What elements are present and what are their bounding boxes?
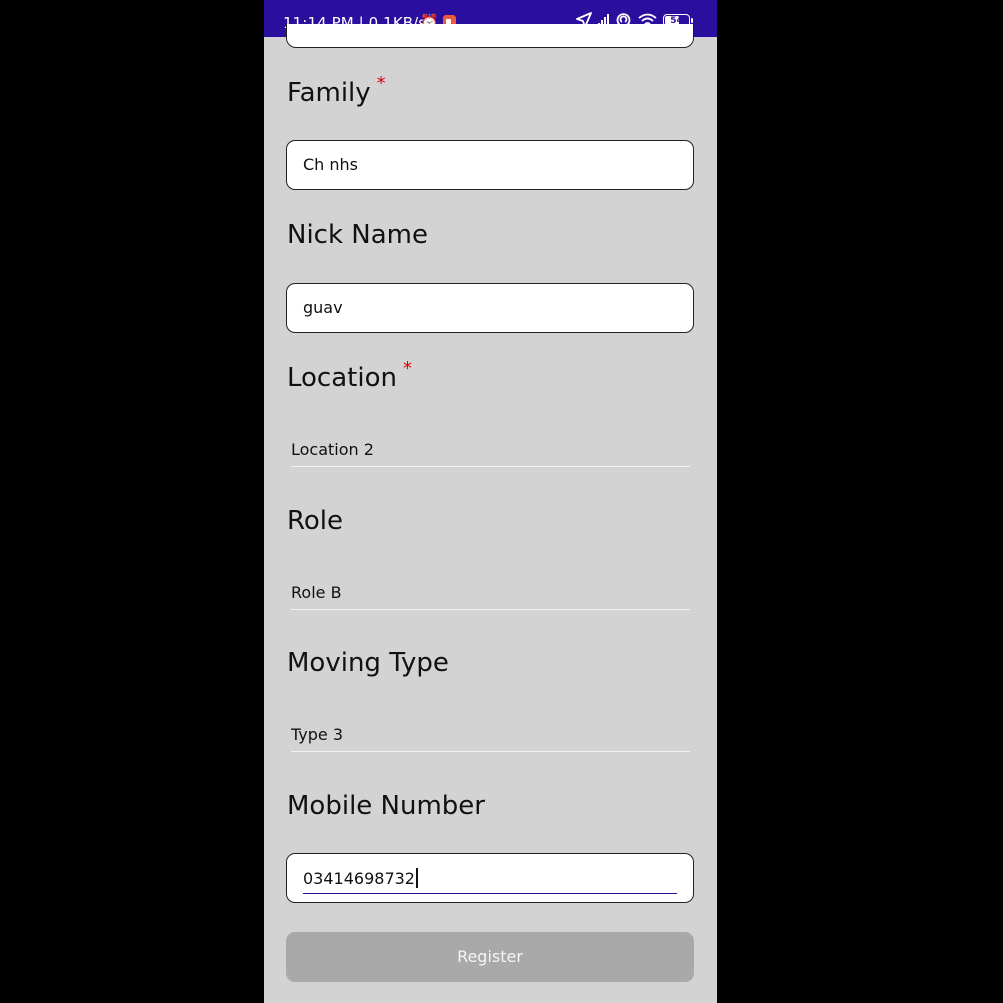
- family-required-mark: *: [376, 73, 386, 94]
- moving-type-label: Moving Type: [287, 648, 449, 678]
- nick-name-label: Nick Name: [287, 220, 428, 250]
- focus-underline: [303, 892, 677, 894]
- register-button[interactable]: Register: [286, 932, 694, 982]
- phone-screen: 11:14 PM | 0.1KB/s ⏰ 54 Family * Ch nhs …: [264, 0, 717, 1003]
- location-label-text: Location: [287, 363, 397, 393]
- family-input[interactable]: Ch nhs: [286, 140, 694, 190]
- moving-type-picker[interactable]: Type 3: [291, 717, 690, 752]
- mobile-number-label: Mobile Number: [287, 791, 485, 821]
- moving-type-picker-value: Type 3: [291, 725, 344, 744]
- family-label: Family *: [287, 73, 386, 108]
- location-required-mark: *: [402, 358, 412, 379]
- family-input-value: Ch nhs: [303, 155, 359, 174]
- battery-cap: [691, 17, 693, 23]
- nick-name-input[interactable]: guav: [286, 283, 694, 333]
- text-cursor: [415, 868, 418, 888]
- mobile-number-input[interactable]: 03414698732: [286, 853, 694, 903]
- mobile-number-input-value: 03414698732: [303, 868, 418, 888]
- nick-name-input-value: guav: [303, 298, 343, 317]
- previous-input-field[interactable]: [286, 24, 694, 48]
- role-label: Role: [287, 506, 344, 536]
- role-picker-value: Role B: [291, 583, 342, 602]
- location-picker[interactable]: Location 2: [291, 432, 690, 467]
- family-label-text: Family: [287, 78, 371, 108]
- location-label: Location *: [287, 358, 412, 393]
- mobile-number-text: 03414698732: [303, 869, 415, 888]
- role-picker[interactable]: Role B: [291, 575, 690, 610]
- location-picker-value: Location 2: [291, 440, 374, 459]
